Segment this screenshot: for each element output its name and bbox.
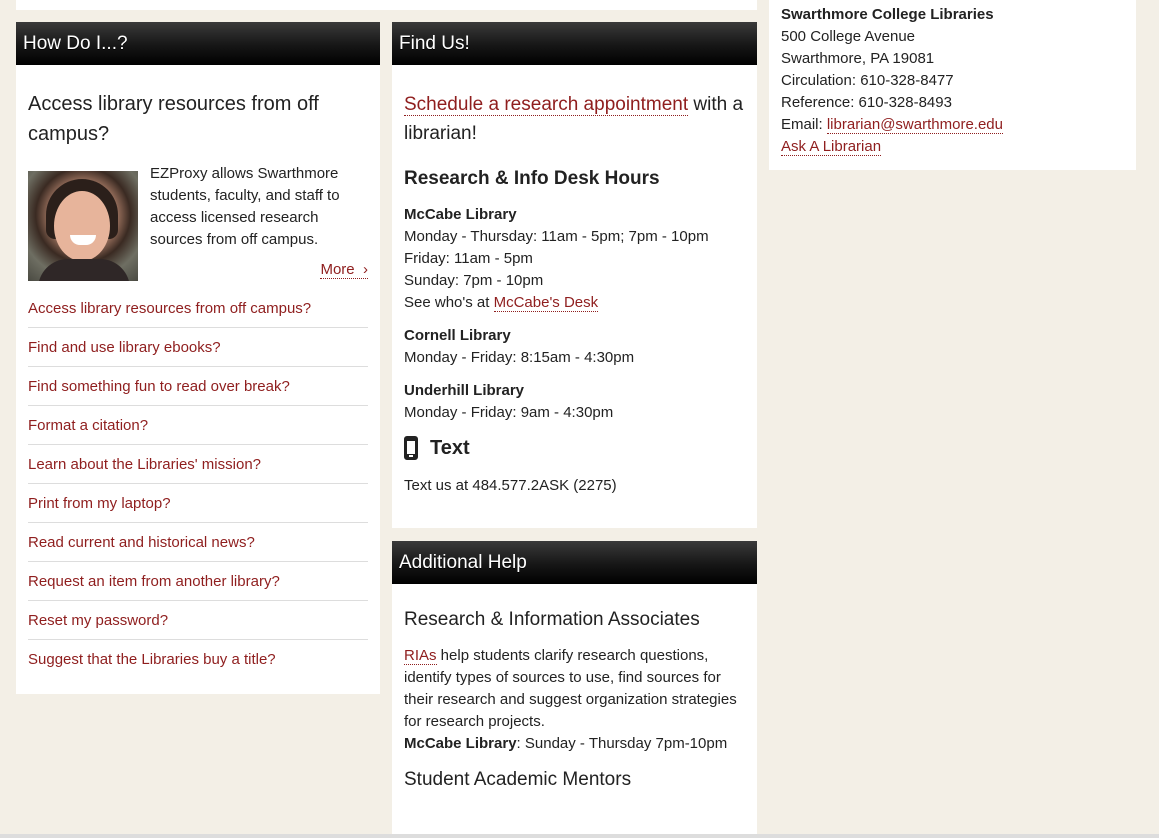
- text-title: Text: [430, 436, 470, 459]
- text-us-body: Text us at 484.577.2ASK (2275): [404, 477, 617, 494]
- schedule-appointment-link[interactable]: Schedule a research appointment: [404, 94, 689, 116]
- circulation-phone: Circulation: 610-328-8477: [781, 72, 954, 89]
- question-link[interactable]: Suggest that the Libraries buy a title?: [28, 651, 276, 668]
- city-address: Swarthmore, PA 19081: [781, 50, 935, 67]
- ria-desc: help students clarify research questions…: [404, 647, 737, 730]
- question-list: Access library resources from off campus…: [28, 289, 368, 679]
- email-line: Email: librarian@swarthmore.edu: [781, 114, 1124, 136]
- list-item: Read current and historical news?: [28, 523, 368, 562]
- question-link[interactable]: Find something fun to read over break?: [28, 378, 290, 395]
- street-address: 500 College Avenue: [781, 28, 916, 45]
- how-do-i-header: How Do I...?: [16, 22, 380, 65]
- address-panel: Swarthmore College Libraries 500 College…: [769, 0, 1136, 170]
- library-name: Cornell Library: [404, 327, 511, 344]
- list-item: Access library resources from off campus…: [28, 289, 368, 328]
- see-desk-line: See who's at McCabe's Desk: [404, 292, 745, 314]
- email-link[interactable]: librarian@swarthmore.edu: [826, 116, 1003, 134]
- feature-text: EZProxy allows Swarthmore students, facu…: [150, 165, 340, 248]
- top-panel-remnant: [16, 0, 757, 10]
- find-us-header: Find Us!: [392, 22, 757, 65]
- ria-hours: : Sunday - Thursday 7pm-10pm: [516, 735, 728, 752]
- mccabe-hours: McCabe Library Monday - Thursday: 11am -…: [404, 204, 745, 314]
- list-item: Reset my password?: [28, 601, 368, 640]
- hours-line: Monday - Friday: 9am - 4:30pm: [404, 404, 614, 421]
- question-link[interactable]: Print from my laptop?: [28, 495, 171, 512]
- schedule-appointment: Schedule a research appointment with a l…: [404, 90, 745, 148]
- find-us-panel: Find Us! Schedule a research appointment…: [392, 22, 757, 528]
- underhill-hours: Underhill Library Monday - Friday: 9am -…: [404, 380, 745, 424]
- reference-phone: Reference: 610-328-8493: [781, 94, 952, 111]
- list-item: Suggest that the Libraries buy a title?: [28, 640, 368, 679]
- associates-title: Research & Information Associates: [404, 609, 700, 630]
- org-name: Swarthmore College Libraries: [781, 6, 994, 23]
- question-link[interactable]: Read current and historical news?: [28, 534, 255, 551]
- hours-title: Research & Info Desk Hours: [404, 168, 660, 189]
- chevron-right-icon: ›: [358, 261, 368, 278]
- list-item: Find something fun to read over break?: [28, 367, 368, 406]
- librarian-photo: [28, 171, 138, 281]
- list-item: Format a citation?: [28, 406, 368, 445]
- how-do-i-panel: How Do I...? Access library resources fr…: [16, 22, 380, 694]
- list-item: Request an item from another library?: [28, 562, 368, 601]
- more-link[interactable]: More ›: [320, 261, 368, 279]
- list-item: Learn about the Libraries' mission?: [28, 445, 368, 484]
- question-link[interactable]: Format a citation?: [28, 417, 148, 434]
- associates-description: RIAs help students clarify research ques…: [404, 645, 745, 755]
- text-heading: Text: [404, 436, 745, 460]
- hours-line: Friday: 11am - 5pm: [404, 250, 533, 267]
- see-prefix: See who's at: [404, 294, 494, 311]
- window-bottom-edge: [0, 834, 1159, 838]
- question-link[interactable]: Request an item from another library?: [28, 573, 280, 590]
- question-link[interactable]: Access library resources from off campus…: [28, 300, 311, 317]
- question-link[interactable]: Reset my password?: [28, 612, 168, 629]
- feature-block: EZProxy allows Swarthmore students, facu…: [28, 163, 368, 289]
- hours-line: Sunday: 7pm - 10pm: [404, 272, 544, 289]
- library-name: Underhill Library: [404, 382, 525, 399]
- library-name: McCabe Library: [404, 206, 517, 223]
- question-link[interactable]: Learn about the Libraries' mission?: [28, 456, 261, 473]
- more-label: More: [320, 261, 355, 278]
- cornell-hours: Cornell Library Monday - Friday: 8:15am …: [404, 325, 745, 369]
- hours-line: Monday - Thursday: 11am - 5pm; 7pm - 10p…: [404, 228, 709, 245]
- additional-help-panel: Additional Help Research & Information A…: [392, 541, 757, 838]
- ask-a-librarian-link[interactable]: Ask A Librarian: [781, 138, 882, 156]
- feature-question: Access library resources from off campus…: [28, 93, 319, 145]
- ria-hours-library: McCabe Library: [404, 735, 517, 752]
- mccabe-desk-link[interactable]: McCabe's Desk: [493, 294, 599, 312]
- ask-line: Ask A Librarian: [781, 136, 1124, 158]
- hours-line: Monday - Friday: 8:15am - 4:30pm: [404, 349, 635, 366]
- question-link[interactable]: Find and use library ebooks?: [28, 339, 221, 356]
- additional-help-header: Additional Help: [392, 541, 757, 584]
- mentors-title: Student Academic Mentors: [404, 769, 632, 790]
- rias-link[interactable]: RIAs: [404, 647, 437, 665]
- list-item: Find and use library ebooks?: [28, 328, 368, 367]
- mobile-phone-icon: [404, 436, 418, 460]
- list-item: Print from my laptop?: [28, 484, 368, 523]
- email-label: Email:: [781, 116, 827, 133]
